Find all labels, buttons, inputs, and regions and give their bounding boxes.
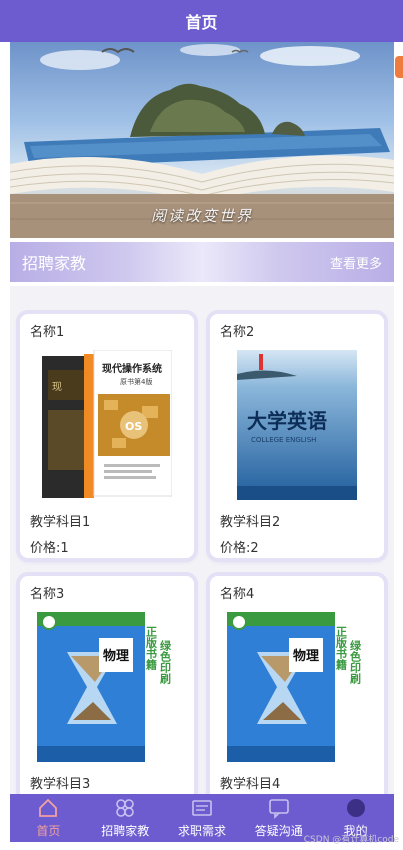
page-title: 首页	[185, 13, 218, 32]
os-book-title: 现代操作系统	[102, 362, 162, 375]
card-name: 名称4	[220, 587, 255, 602]
id-card-icon	[192, 800, 212, 816]
card-cover-image: 物理 正版书籍 绿色印刷	[227, 612, 367, 762]
tutor-card-grid: 名称1 现 现代操作系统 原书第4版 OS 教学科目1 价格:1 名称2 大学英…	[10, 286, 394, 794]
card-cover-image: 物理 正版书籍 绿色印刷	[37, 612, 177, 762]
home-icon	[39, 798, 58, 817]
card-name: 名称2	[220, 325, 255, 340]
top-app-bar: 首页	[0, 0, 403, 42]
tab-home[interactable]: 首页	[10, 794, 87, 842]
watermark: CSDN @有计算机code	[303, 835, 399, 845]
os-book-badge: OS	[125, 420, 142, 433]
os-book-subtitle: 原书第4版	[120, 377, 152, 386]
tutor-card[interactable]: 名称2 大学英语 COLLEGE ENGLISH 教学科目2 价格:2	[210, 314, 384, 558]
card-name: 名称3	[30, 587, 65, 602]
svg-text:现: 现	[52, 381, 62, 393]
section-title: 招聘家教	[22, 254, 87, 273]
physics-cover-title: 物理	[293, 648, 319, 664]
card-subject: 教学科目4	[220, 777, 281, 792]
tab-label: 首页	[36, 824, 61, 838]
tutor-card[interactable]: 名称4 物理 正版书籍 绿色印刷 教学科目4	[210, 576, 384, 794]
cover-side-text: 正版书籍	[335, 626, 348, 671]
card-cover-image: 大学英语 COLLEGE ENGLISH	[237, 350, 357, 500]
physics-cover-title: 物理	[103, 648, 129, 664]
card-name: 名称1	[30, 325, 65, 340]
cover-side-text: 正版书籍	[145, 626, 158, 671]
tutor-card[interactable]: 名称3 物理 正版书籍 绿色印刷 教学科目3	[20, 576, 194, 794]
banner-carousel[interactable]: 阅读改变世界	[10, 42, 394, 238]
card-price: 价格:1	[30, 541, 69, 556]
view-more-link[interactable]: 查看更多	[330, 253, 382, 272]
cover-side-text: 绿色印刷	[159, 639, 172, 685]
tab-job-demand[interactable]: 求职需求	[164, 794, 241, 842]
user-icon	[346, 799, 365, 817]
cover-side-text: 绿色印刷	[349, 639, 362, 685]
tab-label: 招聘家教	[101, 824, 150, 838]
card-subject: 教学科目1	[30, 515, 91, 530]
tab-tutor-recruit[interactable]: 招聘家教	[87, 794, 164, 842]
english-cover-subtitle: COLLEGE ENGLISH	[251, 436, 316, 444]
chat-icon	[268, 799, 289, 819]
floating-badge[interactable]	[395, 56, 403, 78]
tutor-card[interactable]: 名称1 现 现代操作系统 原书第4版 OS 教学科目1 价格:1	[20, 314, 194, 558]
grid-icon	[116, 799, 134, 817]
tab-label: 求职需求	[177, 824, 226, 838]
card-subject: 教学科目2	[220, 515, 281, 530]
banner-slogan: 阅读改变世界	[150, 207, 253, 225]
card-price: 价格:2	[220, 541, 259, 556]
section-header: 招聘家教 查看更多	[10, 242, 394, 282]
card-subject: 教学科目3	[30, 777, 91, 792]
card-cover-image: 现 现代操作系统 原书第4版 OS	[42, 350, 172, 500]
english-cover-title: 大学英语	[247, 409, 327, 433]
tab-label: 答疑沟通	[254, 824, 303, 838]
